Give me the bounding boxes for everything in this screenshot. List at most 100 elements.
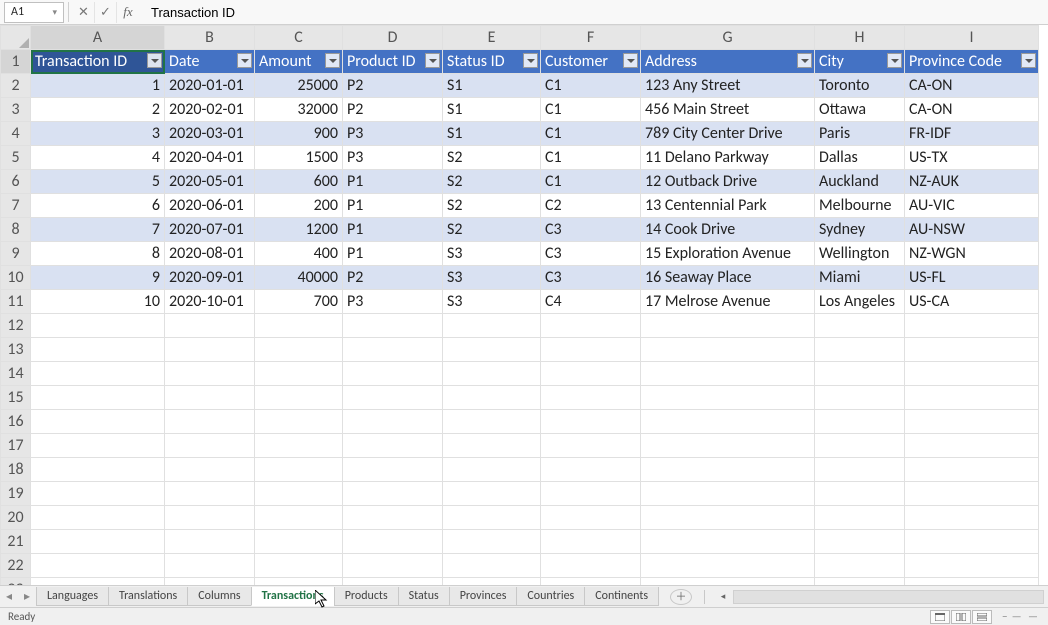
cell[interactable]: US-CA (905, 290, 1039, 314)
cell[interactable] (541, 530, 641, 554)
zoom-controls[interactable]: − — — (1002, 610, 1040, 623)
cell[interactable]: 4 (31, 146, 165, 170)
table-header-cell[interactable]: Amount (255, 50, 343, 74)
cell[interactable]: S2 (443, 170, 541, 194)
cell[interactable] (641, 458, 815, 482)
cell[interactable]: Ottawa (815, 98, 905, 122)
sheet-tab-continents[interactable]: Continents (584, 587, 659, 606)
column-header-B[interactable]: B (165, 26, 255, 50)
cell[interactable] (905, 554, 1039, 578)
cell[interactable]: Sydney (815, 218, 905, 242)
cell[interactable] (905, 410, 1039, 434)
row-header-20[interactable]: 20 (1, 506, 31, 530)
cell[interactable] (541, 362, 641, 386)
cell[interactable]: P1 (343, 170, 443, 194)
table-header-cell[interactable]: Status ID (443, 50, 541, 74)
row-header-14[interactable]: 14 (1, 362, 31, 386)
cell[interactable] (443, 434, 541, 458)
cell[interactable]: Miami (815, 266, 905, 290)
cell[interactable]: 900 (255, 122, 343, 146)
cell[interactable]: 2020-07-01 (165, 218, 255, 242)
sheet-tab-products[interactable]: Products (334, 587, 399, 606)
page-break-view-button[interactable] (972, 610, 992, 624)
cell[interactable] (31, 506, 165, 530)
row-header-2[interactable]: 2 (1, 74, 31, 98)
accept-formula-button[interactable]: ✓ (95, 2, 117, 23)
cell[interactable]: P2 (343, 74, 443, 98)
cell[interactable] (641, 554, 815, 578)
row-header-12[interactable]: 12 (1, 314, 31, 338)
cell[interactable] (343, 458, 443, 482)
cell[interactable]: 3 (31, 122, 165, 146)
cell[interactable]: P1 (343, 194, 443, 218)
cell[interactable] (541, 386, 641, 410)
cell[interactable] (443, 554, 541, 578)
filter-dropdown-button[interactable] (887, 53, 902, 68)
cell[interactable] (541, 338, 641, 362)
filter-dropdown-button[interactable] (325, 53, 340, 68)
cell[interactable]: 2020-10-01 (165, 290, 255, 314)
table-header-cell[interactable]: Product ID (343, 50, 443, 74)
cell[interactable]: Dallas (815, 146, 905, 170)
cell[interactable] (343, 554, 443, 578)
cell[interactable]: 700 (255, 290, 343, 314)
cell[interactable]: C3 (541, 218, 641, 242)
row-header-8[interactable]: 8 (1, 218, 31, 242)
cell[interactable]: 16 Seaway Place (641, 266, 815, 290)
cell[interactable] (343, 506, 443, 530)
row-header-11[interactable]: 11 (1, 290, 31, 314)
cell[interactable]: 25000 (255, 74, 343, 98)
cell[interactable]: S2 (443, 194, 541, 218)
cell[interactable] (255, 338, 343, 362)
cell[interactable] (343, 386, 443, 410)
cell[interactable] (641, 362, 815, 386)
cell[interactable]: 123 Any Street (641, 74, 815, 98)
cell[interactable] (443, 410, 541, 434)
cell[interactable] (815, 482, 905, 506)
row-header-7[interactable]: 7 (1, 194, 31, 218)
cell[interactable]: S1 (443, 122, 541, 146)
cell[interactable]: 1 (31, 74, 165, 98)
cell[interactable] (815, 362, 905, 386)
cell[interactable] (31, 458, 165, 482)
cell[interactable]: 12 Outback Drive (641, 170, 815, 194)
cell[interactable]: Auckland (815, 170, 905, 194)
cell[interactable]: 13 Centennial Park (641, 194, 815, 218)
cell[interactable] (541, 410, 641, 434)
filter-dropdown-button[interactable] (797, 53, 812, 68)
cell[interactable]: AU-NSW (905, 218, 1039, 242)
cell[interactable]: 8 (31, 242, 165, 266)
cell[interactable] (905, 338, 1039, 362)
cell[interactable] (255, 506, 343, 530)
cell[interactable]: S1 (443, 74, 541, 98)
row-header-4[interactable]: 4 (1, 122, 31, 146)
cell[interactable]: C1 (541, 146, 641, 170)
select-all-corner[interactable] (1, 26, 31, 50)
cell[interactable] (815, 434, 905, 458)
cell[interactable] (541, 578, 641, 586)
cell[interactable] (343, 482, 443, 506)
cell[interactable]: 1500 (255, 146, 343, 170)
cell[interactable]: Wellington (815, 242, 905, 266)
row-header-17[interactable]: 17 (1, 434, 31, 458)
row-header-15[interactable]: 15 (1, 386, 31, 410)
cell[interactable] (165, 314, 255, 338)
cell[interactable] (31, 554, 165, 578)
cell[interactable] (343, 338, 443, 362)
cell[interactable] (165, 578, 255, 586)
cell[interactable] (443, 386, 541, 410)
cell[interactable]: US-FL (905, 266, 1039, 290)
cell[interactable]: C2 (541, 194, 641, 218)
cell[interactable]: 600 (255, 170, 343, 194)
row-header-21[interactable]: 21 (1, 530, 31, 554)
cell[interactable]: S2 (443, 146, 541, 170)
cell[interactable] (815, 410, 905, 434)
cell[interactable]: 7 (31, 218, 165, 242)
cell[interactable] (541, 458, 641, 482)
spreadsheet-grid[interactable]: ABCDEFGHI1Transaction IDDateAmountProduc… (0, 25, 1039, 585)
cell[interactable]: C1 (541, 74, 641, 98)
zoom-out-icon[interactable]: − (1002, 610, 1007, 623)
sheet-tab-columns[interactable]: Columns (187, 587, 251, 606)
cell[interactable] (443, 530, 541, 554)
cell[interactable] (641, 410, 815, 434)
